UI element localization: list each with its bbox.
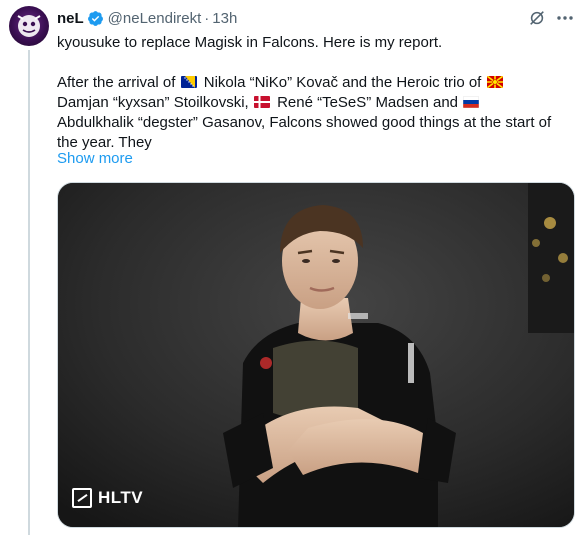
avatar-logo-icon [17,15,41,37]
tweet-line-text: René “TeSeS” Madsen and [277,94,458,111]
flag-russia-icon [463,96,480,108]
player-photo [58,183,574,527]
grok-icon[interactable] [528,9,546,27]
hltv-watermark: HLTV [72,488,143,508]
separator-dot: · [204,9,210,27]
verified-badge-icon [87,10,104,27]
tweet-text: kyousuke to replace Magisk in Falcons. H… [57,33,575,153]
hltv-logo-icon [72,488,92,508]
flag-north-macedonia-icon [486,76,503,88]
avatar[interactable] [9,6,49,46]
tweet-line: the year. They [57,134,152,151]
timestamp[interactable]: 13h [212,10,237,27]
tweet-line-text: Nikola “NiKo” Kovač and the Heroic trio … [203,74,482,91]
show-more-link[interactable]: Show more [57,150,133,167]
watermark-text: HLTV [98,488,144,507]
handle[interactable]: @neLendirekt [108,10,202,27]
tweet-line: Abdulkhalik “degster” Gasanov, Falcons s… [57,114,552,131]
tweet-header: neL @neLendirekt · 13h [57,8,237,28]
tweet-line: After the arrival of Nikola “NiKo” Kovač… [57,73,575,93]
display-name[interactable]: neL [57,10,84,27]
flag-denmark-icon [253,96,270,108]
tweet-line: Damjan “kyxsan” Stoilkovski, René “TeSeS… [57,93,575,113]
flag-bosnia-icon [180,76,197,88]
tweet-media-image[interactable]: HLTV [57,182,575,528]
tweet-line: kyousuke to replace Magisk in Falcons. H… [57,34,443,51]
tweet-line-text: Damjan “kyxsan” Stoilkovski, [57,94,249,111]
more-options-icon[interactable] [556,11,574,25]
thread-line [28,50,30,535]
tweet-line-text: After the arrival of [57,74,176,91]
